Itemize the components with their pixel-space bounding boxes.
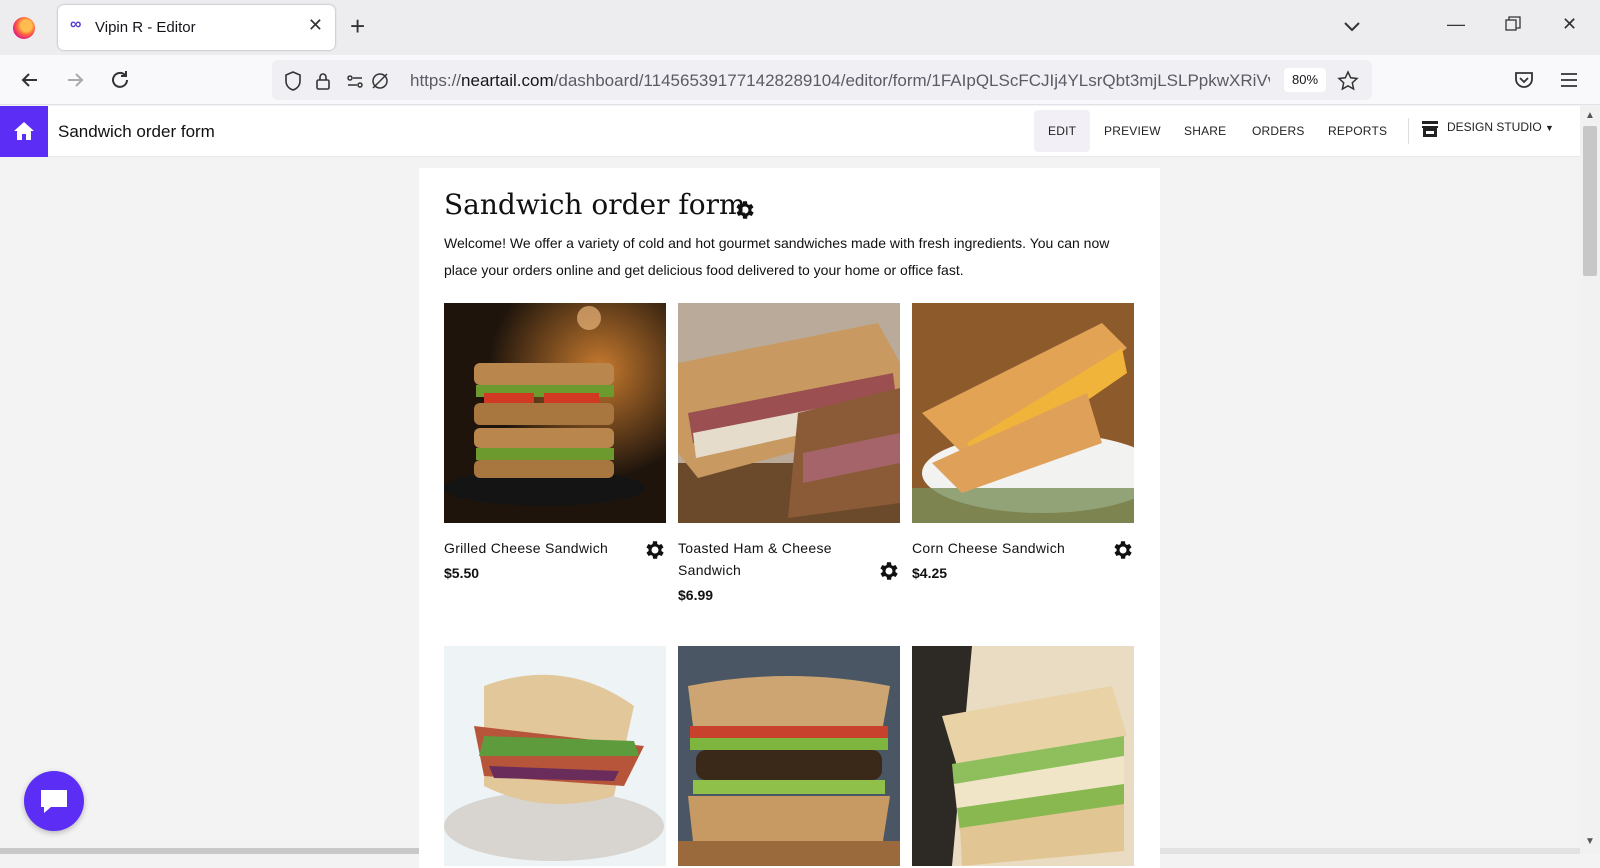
forward-arrow-icon[interactable]: [60, 65, 90, 95]
home-button[interactable]: [0, 106, 48, 157]
url-bar[interactable]: https://neartail.com/dashboard/114565391…: [272, 60, 1372, 100]
product-price: $6.99: [678, 587, 714, 603]
close-tab-icon[interactable]: ✕: [308, 16, 323, 34]
form-card: Sandwich order form Welcome! We offer a …: [419, 168, 1160, 868]
bookmark-star-icon[interactable]: [1337, 70, 1359, 92]
product-settings-gear-icon[interactable]: [1110, 538, 1134, 562]
new-tab-button[interactable]: +: [350, 13, 365, 39]
menu-reports[interactable]: REPORTS: [1314, 110, 1401, 152]
browser-navbar: https://neartail.com/dashboard/114565391…: [0, 55, 1600, 105]
home-icon: [14, 122, 34, 140]
back-arrow-icon[interactable]: [15, 65, 45, 95]
product-price: $5.50: [444, 565, 480, 581]
product-settings-gear-icon[interactable]: [642, 538, 666, 562]
product-name: Grilled Cheese Sandwich: [444, 540, 609, 556]
product-image: [444, 646, 666, 866]
menu-share[interactable]: SHARE: [1170, 110, 1240, 152]
browser-tabstrip: ∞ Vipin R - Editor ✕ + — ✕: [0, 0, 1600, 55]
permissions-icon[interactable]: [344, 70, 366, 92]
neartail-favicon-icon: ∞: [70, 16, 82, 33]
product-image: [678, 646, 900, 866]
caret-down-icon: ▼: [1545, 123, 1554, 133]
product-name: Corn Cheese Sandwich: [912, 540, 1066, 556]
chevron-down-icon[interactable]: [1340, 14, 1364, 38]
minimize-window-button[interactable]: —: [1447, 14, 1465, 35]
form-settings-gear-icon[interactable]: [732, 198, 756, 222]
product-settings-gear-icon[interactable]: [876, 559, 900, 583]
vertical-scrollbar[interactable]: ▲ ▼: [1580, 106, 1600, 854]
app-header: Sandwich order form EDIT PREVIEW SHARE O…: [0, 106, 1580, 157]
product-name: Toasted Ham & Cheese Sandwich: [678, 540, 832, 578]
url-domain: neartail.com: [461, 71, 554, 90]
browser-tab-active[interactable]: ∞ Vipin R - Editor ✕: [58, 5, 335, 50]
menu-edit[interactable]: EDIT: [1034, 110, 1091, 152]
reload-icon[interactable]: [105, 65, 135, 95]
scroll-thumb[interactable]: [1583, 126, 1597, 276]
store-icon[interactable]: [1420, 119, 1440, 139]
product-image: [678, 303, 900, 523]
form-title[interactable]: Sandwich order form: [444, 188, 746, 221]
zoom-level-badge[interactable]: 80%: [1284, 68, 1326, 92]
product-price: $4.25: [912, 565, 948, 581]
menu-preview[interactable]: PREVIEW: [1090, 110, 1175, 152]
menu-orders[interactable]: ORDERS: [1238, 110, 1319, 152]
app-title: Sandwich order form: [58, 122, 215, 141]
close-window-button[interactable]: ✕: [1562, 14, 1577, 35]
firefox-logo-icon: [13, 17, 35, 39]
restore-window-button[interactable]: [1505, 16, 1521, 37]
pocket-icon[interactable]: [1512, 68, 1536, 92]
product-image: [912, 646, 1134, 866]
scroll-up-icon[interactable]: ▲: [1585, 110, 1595, 121]
chat-bubble-icon: [41, 790, 67, 813]
hamburger-menu-icon[interactable]: [1557, 68, 1581, 92]
shield-icon[interactable]: [282, 70, 304, 92]
url-path: /dashboard/11456539177142828910​4/editor…: [553, 71, 1270, 90]
chat-widget-button[interactable]: [24, 771, 84, 831]
product-image: [912, 303, 1134, 523]
menu-divider: [1408, 118, 1409, 144]
lock-icon[interactable]: [312, 70, 334, 92]
url-text[interactable]: https://neartail.com/dashboard/114565391…: [410, 71, 1270, 91]
tracking-protection-off-icon[interactable]: [369, 70, 391, 92]
tab-title: Vipin R - Editor: [95, 19, 196, 36]
design-studio-menu[interactable]: DESIGN STUDIO ▼: [1447, 120, 1554, 134]
form-description[interactable]: Welcome! We offer a variety of cold and …: [444, 230, 1134, 284]
url-prefix: https://: [410, 71, 462, 90]
product-image: [444, 303, 666, 523]
scroll-down-icon[interactable]: ▼: [1585, 836, 1595, 847]
design-studio-label: DESIGN STUDIO: [1447, 120, 1542, 134]
